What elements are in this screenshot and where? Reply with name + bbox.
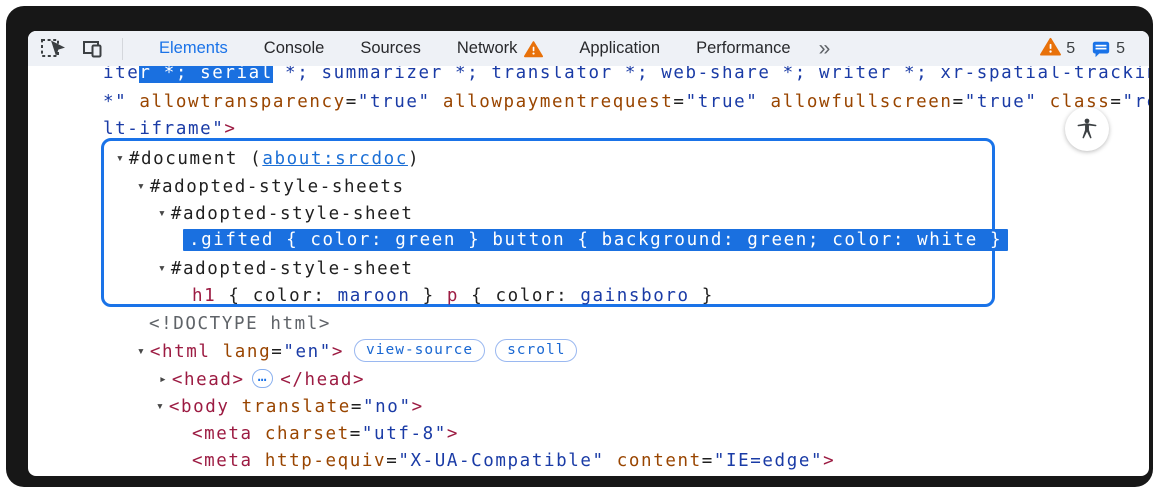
more-tabs-icon[interactable]: »: [819, 37, 829, 61]
tab-application[interactable]: Application: [579, 39, 660, 58]
expand-arrow-icon[interactable]: ▾: [158, 206, 166, 221]
dom-node-document[interactable]: ▾#document (about:srcdoc): [116, 145, 420, 172]
tab-console[interactable]: Console: [264, 39, 325, 58]
toolbar-divider: [122, 38, 123, 60]
accessibility-person-icon: [1074, 116, 1100, 142]
network-warning-icon: [524, 40, 543, 58]
dom-node-body[interactable]: ▾<body translate="no">: [156, 393, 424, 420]
tab-performance[interactable]: Performance: [696, 39, 790, 58]
devtools-panel: iter *; serial *; summarizer *; translat…: [28, 31, 1149, 476]
accessibility-floating-button[interactable]: [1065, 107, 1109, 151]
dom-node-head[interactable]: ▸<head>…</head>: [159, 366, 365, 393]
scroll-badge[interactable]: scroll: [495, 339, 577, 362]
dom-doctype[interactable]: <!DOCTYPE html>: [149, 311, 331, 338]
messages-icon[interactable]: [1091, 39, 1111, 59]
dom-css-rule[interactable]: h1 { color: maroon } p { color: gainsbor…: [192, 283, 714, 310]
dom-node-adopted-style-sheet-2[interactable]: ▾#adopted-style-sheet: [158, 255, 414, 282]
warnings-icon[interactable]: [1040, 37, 1061, 61]
toolbar-status-badges: 5 5: [1040, 37, 1125, 61]
tab-sources[interactable]: Sources: [360, 39, 421, 58]
dom-node-html[interactable]: ▾<html lang="en">view-sourcescroll: [137, 338, 577, 365]
dom-node-meta-http-equiv[interactable]: <meta http-equiv="X-UA-Compatible" conte…: [192, 448, 835, 475]
expand-arrow-icon[interactable]: ▾: [137, 179, 145, 194]
device-toolbar-icon[interactable]: [80, 36, 106, 62]
dom-node-meta-charset[interactable]: <meta charset="utf-8">: [192, 421, 459, 448]
expand-arrow-icon[interactable]: ▾: [158, 261, 166, 276]
text-selection: r *; serial: [139, 63, 273, 83]
dom-node-adopted-style-sheets[interactable]: ▾#adopted-style-sheets: [137, 173, 405, 200]
expand-arrow-icon[interactable]: ▾: [116, 151, 124, 166]
srcdoc-link[interactable]: about:srcdoc: [262, 149, 408, 169]
tab-network[interactable]: Network: [457, 39, 544, 58]
ellipsis-expand-icon[interactable]: …: [252, 369, 274, 388]
view-source-badge[interactable]: view-source: [354, 339, 485, 362]
window-frame: iter *; serial *; summarizer *; translat…: [6, 6, 1153, 487]
warnings-count: 5: [1066, 40, 1075, 58]
tab-elements[interactable]: Elements: [159, 39, 228, 58]
messages-count: 5: [1116, 40, 1125, 58]
collapse-arrow-icon[interactable]: ▸: [159, 372, 167, 387]
devtools-toolbar: Elements Console Sources Network Applica…: [28, 31, 1149, 66]
dom-line-iframe-attributes-wrap[interactable]: lt-iframe">: [103, 116, 237, 143]
expand-arrow-icon[interactable]: ▾: [156, 399, 164, 414]
expand-arrow-icon[interactable]: ▾: [137, 344, 145, 359]
dom-node-adopted-style-sheet-1[interactable]: ▾#adopted-style-sheet: [158, 200, 414, 227]
dom-line-iframe-attributes[interactable]: *" allowtransparency="true" allowpayment…: [103, 89, 1149, 116]
dom-css-rule-selected[interactable]: .gifted { color: green } button { backgr…: [183, 227, 1008, 254]
inspect-element-icon[interactable]: [40, 36, 66, 62]
